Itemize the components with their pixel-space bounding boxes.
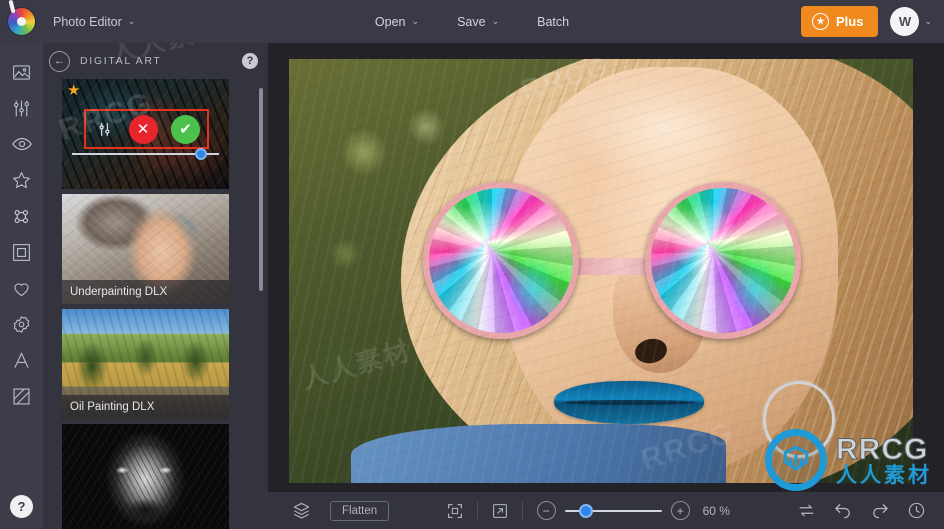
- zoom-slider[interactable]: [565, 504, 662, 518]
- sliders-icon: [11, 98, 32, 119]
- photo-highlight: [564, 72, 764, 182]
- chevron-down-icon: ⌄: [412, 17, 420, 26]
- star-icon: [11, 170, 32, 191]
- heart-icon: [11, 278, 32, 299]
- sidebar-item-frames[interactable]: [0, 234, 43, 270]
- app-menu-label: Photo Editor: [53, 15, 122, 29]
- back-button[interactable]: ←: [49, 51, 70, 72]
- zoom-out-button[interactable]: −: [537, 501, 556, 520]
- open-button-label: Open: [375, 15, 406, 29]
- effect-thumb-oil-painting[interactable]: Oil Painting DLX: [62, 309, 229, 419]
- effect-intensity-slider[interactable]: [72, 148, 219, 160]
- sidebar-item-textures[interactable]: [0, 378, 43, 414]
- effect-thumb-active[interactable]: ★ ✕ ✔: [62, 79, 229, 189]
- cancel-effect-button[interactable]: ✕: [129, 115, 158, 144]
- brand-area: Photo Editor ⌄: [0, 8, 260, 35]
- help-button[interactable]: ?: [10, 495, 33, 518]
- app-menu-dropdown[interactable]: Photo Editor ⌄: [46, 11, 142, 33]
- flatten-button[interactable]: Flatten: [330, 501, 389, 521]
- sidebar-item-adjust[interactable]: [0, 90, 43, 126]
- sidebar-item-effects[interactable]: [0, 126, 43, 162]
- layers-icon[interactable]: [292, 501, 311, 520]
- top-actions: Open ⌄ Save ⌄ Batch: [260, 9, 684, 35]
- sidebar-item-stickers[interactable]: [0, 306, 43, 342]
- batch-button[interactable]: Batch: [533, 9, 573, 35]
- zoom-level-label: 60 %: [703, 504, 741, 518]
- plus-button-label: Plus: [836, 14, 863, 29]
- photo-editor-window: Photo Editor ⌄ Open ⌄ Save ⌄ Batch ★ Plu…: [0, 0, 944, 529]
- divider: [522, 502, 523, 519]
- bottom-toolbar: Flatten − + 60 %: [268, 492, 944, 529]
- redo-arrow-icon[interactable]: [870, 501, 890, 521]
- effects-panel: ← DIGITAL ART ? ★ ✕ ✔: [43, 43, 268, 529]
- top-toolbar: Photo Editor ⌄ Open ⌄ Save ⌄ Batch ★ Plu…: [0, 0, 944, 43]
- sidebar-item-beautify[interactable]: [0, 270, 43, 306]
- page-title: DIGITAL ART: [80, 55, 232, 67]
- fit-to-screen-icon[interactable]: [446, 502, 464, 520]
- chevron-down-icon: ⌄: [492, 17, 500, 26]
- nodes-icon: [11, 206, 32, 227]
- thumb-label: Oil Painting DLX: [62, 395, 229, 419]
- effect-thumb-underpainting[interactable]: Underpainting DLX: [62, 194, 229, 304]
- zoom-in-button[interactable]: +: [671, 501, 690, 520]
- photo-content: [289, 59, 913, 483]
- plus-upgrade-button[interactable]: ★ Plus: [801, 6, 878, 37]
- batch-button-label: Batch: [537, 15, 569, 29]
- sidebar-item-text[interactable]: [0, 342, 43, 378]
- star-badge-icon: ★: [812, 13, 829, 30]
- open-button[interactable]: Open ⌄: [371, 9, 423, 35]
- zoom-slider-handle[interactable]: [579, 504, 593, 518]
- divider: [477, 502, 478, 519]
- star-icon: ★: [67, 83, 80, 98]
- edited-photo[interactable]: [289, 59, 913, 483]
- effect-controls-annotation: ✕ ✔: [84, 109, 209, 149]
- kaleidoscope-reflection: [423, 182, 579, 339]
- effect-thumbnail-list[interactable]: ★ ✕ ✔: [43, 79, 268, 529]
- photo-lips: [554, 381, 704, 423]
- avatar: W: [890, 7, 919, 36]
- photo-lens-right: [645, 182, 801, 339]
- compare-swap-icon[interactable]: [797, 501, 816, 520]
- history-clock-icon[interactable]: [907, 501, 926, 520]
- eye-icon: [11, 133, 33, 155]
- text-a-icon: [11, 350, 32, 371]
- sidebar-item-digital-art[interactable]: [0, 198, 43, 234]
- photo-shoulder: [351, 424, 725, 483]
- save-button[interactable]: Save ⌄: [453, 9, 503, 35]
- thumb-label: Underpainting DLX: [62, 280, 229, 304]
- effect-thumb-charcoal[interactable]: [62, 424, 229, 529]
- canvas-area[interactable]: [268, 43, 944, 529]
- thumb-artwork: [62, 424, 229, 529]
- frame-icon: [11, 242, 32, 263]
- sticker-icon: [11, 314, 32, 335]
- photo-earring: [763, 381, 835, 457]
- account-menu[interactable]: W ⌄: [890, 7, 932, 36]
- apply-effect-button[interactable]: ✔: [171, 115, 200, 144]
- slider-handle[interactable]: [195, 148, 207, 160]
- texture-icon: [11, 386, 32, 407]
- image-icon: [11, 62, 32, 83]
- kaleidoscope-reflection: [645, 182, 801, 339]
- save-button-label: Save: [457, 15, 486, 29]
- panel-scrollbar[interactable]: [259, 88, 263, 291]
- sidebar-item-favorites[interactable]: [0, 162, 43, 198]
- top-right-area: ★ Plus W ⌄: [684, 6, 944, 37]
- color-wheel-logo-icon: [8, 8, 35, 35]
- chevron-down-icon: ⌄: [128, 17, 136, 26]
- photo-lens-left: [423, 182, 579, 339]
- sidebar-item-photo[interactable]: [0, 54, 43, 90]
- tool-rail: [0, 43, 43, 529]
- undo-arrow-icon[interactable]: [833, 501, 853, 521]
- settings-sliders-icon[interactable]: [93, 118, 115, 140]
- expand-fullscreen-icon[interactable]: [491, 502, 509, 520]
- panel-header: ← DIGITAL ART ?: [43, 43, 268, 79]
- panel-help-icon[interactable]: ?: [242, 53, 258, 69]
- chevron-down-icon: ⌄: [924, 17, 932, 26]
